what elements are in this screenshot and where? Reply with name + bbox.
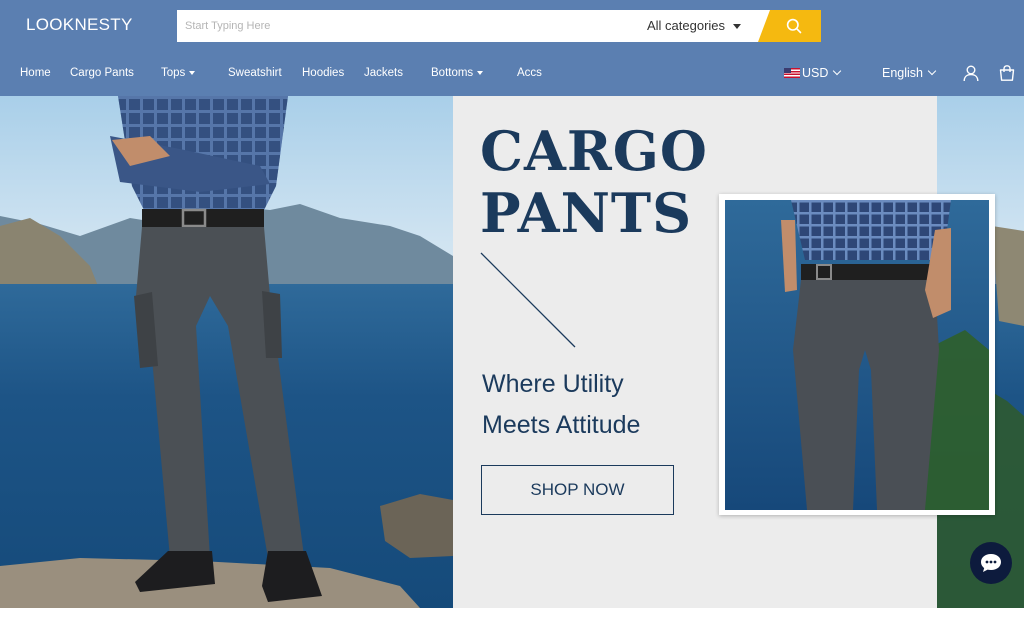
nav-item-label: Hoodies [302, 67, 345, 79]
nav-item-sweatshirt[interactable]: Sweatshirt [228, 67, 282, 79]
nav-item-tops[interactable]: Tops [161, 67, 196, 79]
nav-item-label: Bottoms [431, 67, 474, 79]
us-flag-icon [784, 67, 800, 78]
hero-title-line-2: PANTS [480, 181, 693, 245]
hero-title: CARGO PANTS [480, 120, 708, 244]
nav-item-jackets[interactable]: Jackets [364, 67, 403, 79]
brand-logo[interactable]: LOOKNESTY [26, 15, 133, 35]
caret-down-icon [189, 70, 196, 75]
category-select[interactable]: All categories [647, 10, 742, 42]
language-selector[interactable]: English [882, 66, 937, 80]
product-photo-frame [719, 194, 995, 515]
caret-down-icon [477, 70, 484, 75]
nav-item-label: Tops [161, 67, 186, 79]
hero-subtitle-line-2: Meets Attitude [482, 411, 641, 439]
shop-now-button[interactable]: SHOP NOW [481, 465, 674, 515]
product-photo[interactable] [725, 200, 989, 510]
main-nav: Home Cargo Pants Tops Sweatshirt Hoodies… [0, 56, 1024, 92]
chat-button[interactable] [970, 542, 1012, 584]
hero-subtitle-line-1: Where Utility [482, 370, 624, 398]
site-header: LOOKNESTY All categories Home Cargo Pant… [0, 0, 1024, 96]
search-icon [786, 18, 801, 34]
currency-label: USD [802, 66, 829, 80]
hero-subtitle: Where Utility Meets Attitude [482, 364, 640, 446]
category-select-label: All categories [647, 18, 726, 33]
model-figure-image [0, 96, 453, 608]
nav-item-label: Cargo Pants [70, 67, 134, 79]
product-photo-image [781, 200, 989, 510]
chevron-down-icon [927, 66, 937, 76]
chevron-down-icon [833, 66, 842, 76]
language-label: English [882, 66, 923, 80]
shop-now-label: SHOP NOW [530, 480, 625, 499]
account-button[interactable] [962, 64, 980, 82]
user-icon [963, 65, 979, 82]
nav-item-label: Home [20, 67, 51, 79]
search-input[interactable] [177, 10, 637, 42]
hero-banner: CARGO PANTS Where Utility Meets Attitude… [0, 96, 1024, 608]
nav-item-bottoms[interactable]: Bottoms [431, 67, 484, 79]
nav-item-label: Jackets [364, 67, 403, 79]
nav-item-cargo-pants[interactable]: Cargo Pants [70, 67, 134, 79]
chat-bubble-icon [981, 554, 1001, 572]
hero-title-line-1: CARGO [480, 119, 708, 183]
currency-selector[interactable]: USD [784, 66, 842, 80]
nav-item-hoodies[interactable]: Hoodies [302, 67, 344, 79]
nav-item-label: Accs [517, 67, 542, 79]
decorative-diagonal-line [480, 252, 576, 348]
search-bar: All categories [177, 10, 821, 42]
nav-item-home[interactable]: Home [20, 67, 51, 79]
cart-button[interactable] [998, 64, 1016, 82]
nav-item-label: Sweatshirt [228, 67, 282, 79]
search-button[interactable] [758, 10, 821, 42]
shopping-bag-icon [999, 65, 1015, 81]
nav-item-accs[interactable]: Accs [517, 67, 542, 79]
caret-down-icon [733, 24, 742, 30]
